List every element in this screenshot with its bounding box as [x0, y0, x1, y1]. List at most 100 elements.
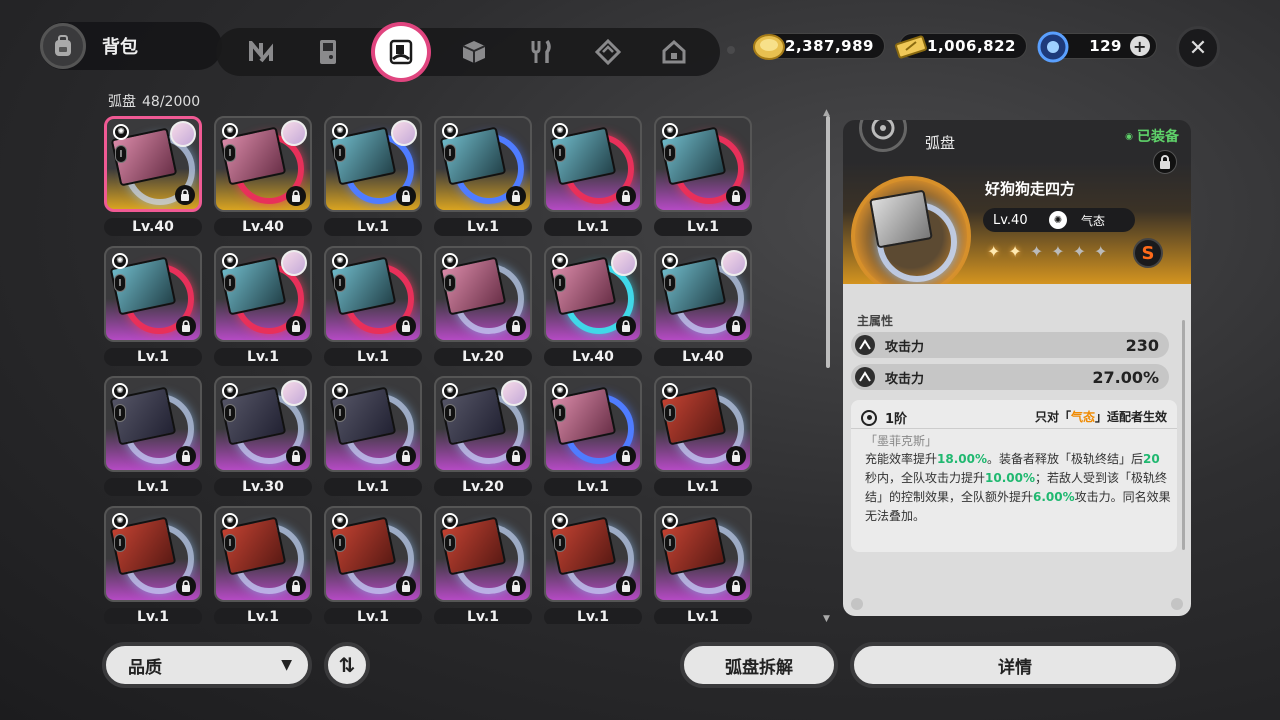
disk-card-frame: ✺ I [654, 506, 752, 602]
details-button[interactable]: 详情 [850, 642, 1180, 688]
coin-icon [750, 28, 788, 66]
rank-label: I [334, 534, 346, 552]
ether-attribute-icon: ✺ [1049, 211, 1067, 229]
set-condition: 只对「气态」适配者生效 [1035, 408, 1167, 425]
tab-home-icon[interactable] [654, 32, 694, 72]
rank-label: I [664, 534, 676, 552]
disk-card-frame: ✺ I [654, 116, 752, 212]
corner-dot [1171, 598, 1183, 610]
scroll-down-icon[interactable]: ▼ [823, 614, 830, 624]
disk-card[interactable]: ✺ I Lv.1 [434, 116, 532, 236]
currency-polychrome[interactable]: 129 + [1037, 31, 1157, 63]
disk-card[interactable]: ✺ I Lv.1 [214, 506, 312, 624]
set-description-part: 18.00% [937, 452, 987, 466]
inventory-label: 弧盘 [108, 94, 136, 110]
quality-filter-dropdown[interactable]: 品质 ▼ [102, 642, 312, 688]
tier-icon [861, 409, 877, 426]
disk-card[interactable]: ✺ I Lv.40 [654, 246, 752, 366]
page-title: 背包 [102, 37, 138, 58]
disk-grid: ✺ I Lv.40 ✺ I Lv.40 ✺ I Lv.1 ✺ I Lv.1 ✺ I Lv.1 ✺ I Lv.1 ✺ I… [100, 112, 760, 624]
star-icon: ✦ [1051, 242, 1065, 261]
disk-card-frame: ✺ I [104, 376, 202, 472]
disk-card[interactable]: ✺ I Lv.1 [544, 116, 642, 236]
disk-card[interactable]: ✺ I Lv.1 [434, 506, 532, 624]
disk-card[interactable]: ✺ I Lv.1 [654, 506, 752, 624]
tab-gameboy-icon[interactable] [308, 32, 348, 72]
disk-card[interactable]: ✺ I Lv.30 [214, 376, 312, 496]
attribute-icon: ✺ [222, 383, 238, 399]
disk-card[interactable]: ✺ I Lv.1 [214, 246, 312, 366]
rank-badge: S [1133, 238, 1163, 268]
attribute-icon: ✺ [332, 513, 348, 529]
disk-card[interactable]: ✺ I Lv.1 [324, 376, 422, 496]
dismantle-button[interactable]: 弧盘拆解 [680, 642, 838, 688]
agent-avatar [611, 250, 637, 276]
disk-level: Lv.1 [434, 608, 532, 624]
disk-card-frame: ✺ I [544, 376, 642, 472]
disk-card[interactable]: ✺ I Lv.20 [434, 376, 532, 496]
disk-level: Lv.1 [104, 608, 202, 624]
sort-toggle-button[interactable]: ⇅ [324, 642, 370, 688]
detail-scrollbar[interactable] [1182, 320, 1185, 550]
lock-toggle[interactable] [1153, 150, 1177, 174]
disk-card[interactable]: ✺ I Lv.1 [544, 376, 642, 496]
lock-icon [506, 576, 526, 596]
tab-disk-icon[interactable] [375, 26, 428, 78]
disk-card[interactable]: ✺ I Lv.20 [434, 246, 532, 366]
disk-card[interactable]: ✺ I Lv.40 [104, 116, 202, 236]
set-description-part: 充能效率提升 [865, 452, 938, 466]
lock-icon [726, 316, 746, 336]
agent-avatar [501, 380, 527, 406]
divider [851, 428, 1177, 429]
rank-label: I [224, 404, 236, 422]
set-condition-suffix: 」适配者生效 [1094, 410, 1167, 424]
attribute-icon: ✺ [552, 383, 568, 399]
disk-card[interactable]: ✺ I Lv.1 [324, 246, 422, 366]
disk-card[interactable]: ✺ I Lv.1 [654, 376, 752, 496]
disk-level: Lv.1 [544, 478, 642, 496]
tab-cube-icon[interactable] [454, 32, 494, 72]
set-description-part: 20 [1143, 452, 1160, 466]
disk-card[interactable]: ✺ I Lv.1 [544, 506, 642, 624]
attribute-icon: ✺ [113, 124, 129, 140]
attribute-icon: ✺ [442, 253, 458, 269]
stat-name: 攻击力 [885, 339, 925, 355]
main-stats-label: 主属性 [857, 314, 894, 328]
disk-card[interactable]: ✺ I Lv.40 [544, 246, 642, 366]
grid-scrollbar[interactable] [826, 116, 830, 368]
disk-card-frame: ✺ I [214, 116, 312, 212]
disk-card[interactable]: ✺ I Lv.1 [324, 506, 422, 624]
disk-card-frame: ✺ I [324, 116, 422, 212]
ticket-icon [892, 28, 930, 66]
add-currency-button[interactable]: + [1130, 36, 1150, 56]
agent-avatar [391, 120, 417, 146]
close-button[interactable]: ✕ [1176, 26, 1220, 70]
tab-utensils-icon[interactable] [521, 32, 561, 72]
disk-card[interactable]: ✺ I Lv.1 [654, 116, 752, 236]
disk-card[interactable]: ✺ I Lv.1 [324, 116, 422, 236]
currency-tickets[interactable]: 1,006,822 [895, 33, 1027, 59]
sort-arrows-icon: ⇅ [338, 653, 356, 677]
attribute-icon: ✺ [112, 383, 128, 399]
set-description-part: 6.00% [1033, 490, 1075, 504]
disk-card-frame: ✺ I [434, 376, 532, 472]
tab-n-icon[interactable] [241, 32, 281, 72]
rank-label: I [664, 144, 676, 162]
currency-dennies[interactable]: 2,387,989 [753, 33, 885, 60]
tab-gem-icon[interactable] [588, 32, 628, 72]
star-icon: ✦ [1008, 242, 1022, 261]
stat-value: 27.00% [1092, 367, 1159, 387]
rank-label: I [334, 274, 346, 292]
disk-card-frame: ✺ I [544, 116, 642, 212]
disk-card[interactable]: ✺ I Lv.1 [104, 246, 202, 366]
detail-hero: 好狗狗走四方 Lv.40 ✺ 气态 ✦ ✦ ✦ ✦ ✦ ✦ S [843, 162, 1191, 296]
rank-label: I [114, 404, 126, 422]
disk-card[interactable]: ✺ I Lv.40 [214, 116, 312, 236]
lock-icon [726, 446, 746, 466]
lock-icon [286, 186, 306, 206]
disk-level: Lv.1 [104, 478, 202, 496]
disk-card[interactable]: ✺ I Lv.1 [104, 376, 202, 496]
details-button-label: 详情 [998, 657, 1032, 678]
disk-card[interactable]: ✺ I Lv.1 [104, 506, 202, 624]
disk-level: Lv.1 [324, 478, 422, 496]
